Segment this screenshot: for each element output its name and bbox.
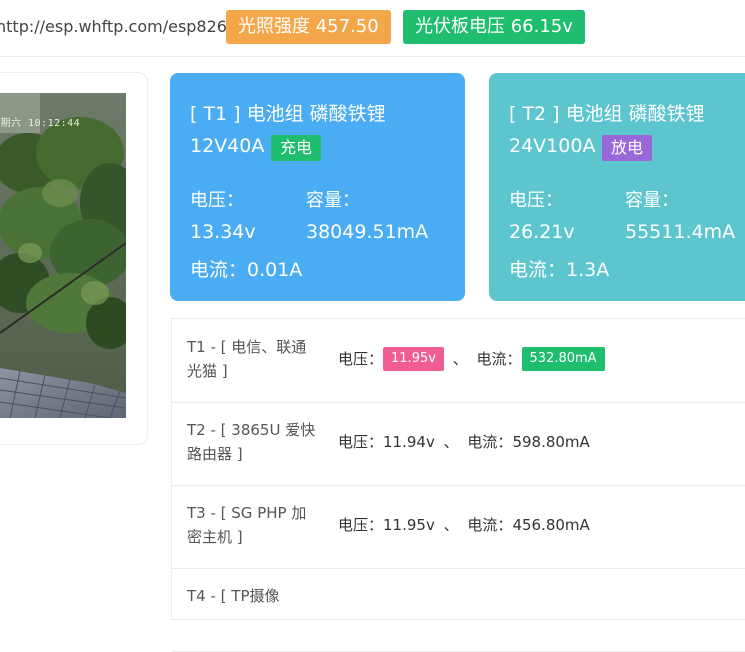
battery-voltage: 26.21v bbox=[509, 221, 575, 243]
voltage-value-badge: 11.95v bbox=[383, 347, 444, 371]
battery-status-badge: 充电 bbox=[271, 135, 322, 161]
device-row[interactable]: T1 - [ 电信、联通光猫 ] 电压： 11.95v 、 电流： 532.80mA bbox=[172, 319, 745, 403]
device-name: T2 - [ 3865U 爱快路由器 ] bbox=[187, 421, 316, 463]
separator: 、 bbox=[443, 433, 459, 451]
camera-image bbox=[0, 93, 126, 418]
battery-title: [ T2 ] 电池组 磷酸铁锂 bbox=[509, 103, 705, 125]
camera-timestamp: 星期六 10:12:44 bbox=[0, 118, 81, 129]
voltage-value: 11.95v bbox=[383, 516, 435, 534]
current-value-badge: 532.80mA bbox=[521, 347, 605, 371]
top-bar: http://esp.whftp.com/esp8266 光照强度 457.50… bbox=[0, 0, 745, 57]
device-measurement: 电压： 11.95v 、 电流： 532.80mA bbox=[338, 347, 605, 371]
device-name: T1 - [ 电信、联通光猫 ] bbox=[187, 338, 307, 380]
battery-title: [ T1 ] 电池组 磷酸铁锂 bbox=[190, 103, 386, 125]
battery-spec: 12V40A bbox=[190, 135, 265, 157]
current-label: 电流： bbox=[476, 350, 522, 368]
current-value: 456.80mA bbox=[512, 516, 590, 534]
light-intensity-badge: 光照强度 457.50 bbox=[226, 10, 391, 44]
battery-card-t2[interactable]: [ T2 ] 电池组 磷酸铁锂 24V100A 放电 电压： 容量： 26.21… bbox=[489, 73, 745, 301]
device-measurement: 电压：11.94v 、 电流：598.80mA bbox=[338, 430, 590, 454]
device-row[interactable]: T3 - [ SG PHP 加密主机 ] 电压：11.95v 、 电流：456.… bbox=[172, 485, 745, 569]
capacity-label: 容量： bbox=[625, 190, 679, 211]
battery-spec: 24V100A bbox=[509, 135, 596, 157]
device-measurement: 电压：11.95v 、 电流：456.80mA bbox=[338, 513, 590, 537]
battery-card-t1[interactable]: [ T1 ] 电池组 磷酸铁锂 12V40A 充电 电压： 容量： 13.34v… bbox=[170, 73, 465, 301]
voltage-label: 电压： bbox=[509, 190, 563, 211]
separator: 、 bbox=[452, 350, 468, 368]
voltage-label: 电压： bbox=[338, 516, 384, 534]
battery-voltage: 13.34v bbox=[190, 221, 256, 243]
capacity-label: 容量： bbox=[306, 190, 360, 211]
device-name: T4 - [ TP摄像 bbox=[187, 587, 280, 605]
current-value: 598.80mA bbox=[512, 433, 590, 451]
device-name: T3 - [ SG PHP 加密主机 ] bbox=[187, 504, 307, 546]
voltage-label: 电压： bbox=[338, 433, 384, 451]
battery-current: 电流：0.01A bbox=[190, 259, 303, 281]
battery-status-badge: 放电 bbox=[602, 135, 653, 161]
battery-capacity: 55511.4mA bbox=[625, 221, 736, 243]
voltage-value: 11.94v bbox=[383, 433, 435, 451]
device-list: T1 - [ 电信、联通光猫 ] 电压： 11.95v 、 电流： 532.80mA… bbox=[171, 318, 745, 652]
url-text[interactable]: http://esp.whftp.com/esp8266 bbox=[0, 17, 237, 36]
current-label: 电流： bbox=[467, 516, 513, 534]
battery-current: 电流：1.3A bbox=[509, 259, 610, 281]
current-label: 电流： bbox=[467, 433, 513, 451]
camera-snapshot[interactable]: 星期六 10:12:44 bbox=[0, 93, 126, 418]
device-row[interactable]: T4 - [ TP摄像 bbox=[172, 568, 745, 652]
voltage-label: 电压： bbox=[338, 350, 384, 368]
voltage-label: 电压： bbox=[190, 190, 244, 211]
separator: 、 bbox=[443, 516, 459, 534]
device-row[interactable]: T2 - [ 3865U 爱快路由器 ] 电压：11.94v 、 电流：598.… bbox=[172, 402, 745, 486]
pv-voltage-badge: 光伏板电压 66.15v bbox=[403, 10, 585, 44]
battery-capacity: 38049.51mA bbox=[306, 221, 429, 243]
